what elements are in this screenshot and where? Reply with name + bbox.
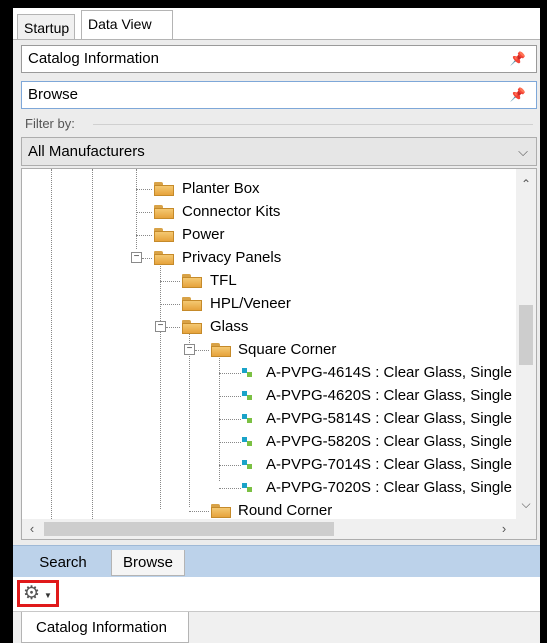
tab-data-view[interactable]: Data View — [81, 10, 173, 40]
tree-guide-line — [219, 351, 220, 481]
catalog-tree[interactable]: Planter Box Connector Kits Power − Priva… — [21, 168, 537, 540]
folder-icon — [182, 274, 202, 288]
catalog-item-icon — [242, 481, 256, 493]
settings-menu-button[interactable]: ⚙ ▼ — [17, 580, 59, 607]
folder-open-icon — [182, 320, 202, 334]
filter-divider — [93, 124, 533, 125]
catalog-information-label: Catalog Information — [28, 50, 159, 67]
folder-icon — [211, 504, 231, 518]
catalog-information-header[interactable]: Catalog Information 📌 — [21, 45, 537, 73]
tree-guide-line — [160, 259, 161, 509]
tab-startup[interactable]: Startup — [17, 14, 75, 40]
gear-icon: ⚙ — [23, 583, 41, 604]
tree-node[interactable]: A-PVPG-5814S : Clear Glass, Single S — [266, 408, 526, 430]
folder-icon — [154, 228, 174, 242]
scroll-thumb[interactable] — [519, 305, 533, 365]
scroll-thumb[interactable] — [44, 522, 334, 536]
folder-open-icon — [211, 343, 231, 357]
tree-node[interactable]: Square Corner — [238, 339, 336, 361]
tree-node[interactable]: Privacy Panels — [182, 247, 281, 269]
collapse-toggle[interactable]: − — [155, 321, 166, 332]
scroll-up-icon[interactable]: ⌃ — [516, 177, 536, 191]
pin-icon[interactable]: 📌 — [510, 82, 526, 108]
catalog-item-icon — [242, 458, 256, 470]
tree-node[interactable]: A-PVPG-4614S : Clear Glass, Single S — [266, 362, 526, 384]
tree-node[interactable]: A-PVPG-4620S : Clear Glass, Single S — [266, 385, 526, 407]
tree-guide-line — [189, 329, 190, 507]
catalog-panel-window: Startup Data View Catalog Information 📌 … — [13, 8, 540, 643]
tree-node[interactable]: Connector Kits — [182, 201, 280, 223]
top-tab-strip: Startup Data View — [13, 8, 540, 40]
tree-node[interactable]: HPL/Veneer — [210, 293, 291, 315]
vertical-scrollbar[interactable]: ⌃ ⌵ — [516, 169, 536, 519]
bottom-tab-strip: Search Browse — [13, 545, 540, 577]
folder-icon — [154, 182, 174, 196]
tree-node[interactable]: Power — [182, 224, 225, 246]
tree-node[interactable]: A-PVPG-7014S : Clear Glass, Single S — [266, 454, 526, 476]
scroll-right-icon[interactable]: › — [494, 519, 514, 539]
tab-browse[interactable]: Browse — [111, 550, 185, 576]
tree-node[interactable]: A-PVPG-5820S : Clear Glass, Single S — [266, 431, 526, 453]
tab-search[interactable]: Search — [27, 550, 99, 576]
browse-label: Browse — [28, 86, 79, 103]
browse-header[interactable]: Browse 📌 — [21, 81, 537, 109]
tree-node[interactable]: A-PVPG-7020S : Clear Glass, Single S — [266, 477, 526, 499]
scroll-left-icon[interactable]: ‹ — [22, 519, 42, 539]
tree-node[interactable]: TFL — [210, 270, 237, 292]
catalog-item-icon — [242, 389, 256, 401]
folder-open-icon — [154, 251, 174, 265]
manufacturer-value: All Manufacturers — [28, 143, 145, 160]
scroll-down-icon[interactable]: ⌵ — [516, 497, 536, 512]
catalog-item-icon — [242, 366, 256, 378]
tree-node[interactable]: Planter Box — [182, 178, 260, 200]
footer-tab-strip: Catalog Information — [13, 611, 540, 643]
folder-icon — [154, 205, 174, 219]
tree-node[interactable]: Glass — [210, 316, 248, 338]
chevron-down-icon: ⌵ — [518, 144, 528, 159]
pin-icon[interactable]: 📌 — [510, 46, 526, 72]
catalog-item-icon — [242, 435, 256, 447]
folder-icon — [182, 297, 202, 311]
caret-down-icon: ▼ — [44, 591, 52, 600]
tab-catalog-information[interactable]: Catalog Information — [21, 612, 189, 643]
manufacturer-select[interactable]: All Manufacturers ⌵ — [21, 137, 537, 166]
filter-by-label: Filter by: — [25, 116, 75, 131]
tree-guide-line — [136, 169, 137, 249]
horizontal-scrollbar[interactable]: ‹ › — [22, 519, 536, 539]
tree-guide-line — [92, 169, 93, 519]
collapse-toggle[interactable]: − — [131, 252, 142, 263]
tree-guide-line — [51, 169, 52, 519]
catalog-item-icon — [242, 412, 256, 424]
collapse-toggle[interactable]: − — [184, 344, 195, 355]
